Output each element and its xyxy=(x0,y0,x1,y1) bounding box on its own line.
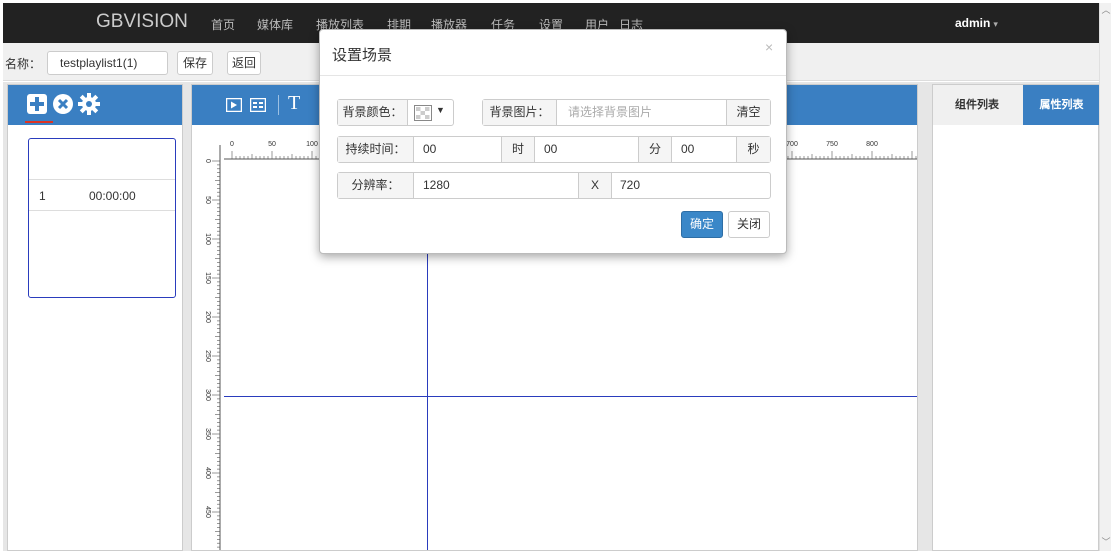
scene-settings-modal: 设置场景 × 背景颜色： ▼ 背景图片： 请选择背景图片 清空 持续时间： 00… xyxy=(319,29,787,254)
ruler-label: 350 xyxy=(204,428,211,440)
brand-logo[interactable]: GBVISION xyxy=(96,11,188,33)
toolbar-divider xyxy=(278,95,279,115)
scene-card[interactable]: 1 00:00:00 xyxy=(28,138,176,298)
scene-list-panel: 1 00:00:00 xyxy=(7,84,183,551)
ruler-label: 400 xyxy=(204,467,211,479)
ruler-label: 250 xyxy=(204,350,211,362)
seconds-input[interactable]: 00 xyxy=(681,137,694,162)
gear-icon[interactable] xyxy=(78,93,100,115)
text-tool-icon[interactable]: T xyxy=(288,92,300,115)
user-menu[interactable]: admin ▾ xyxy=(955,16,998,30)
video-icon[interactable] xyxy=(226,98,242,112)
modal-divider xyxy=(320,75,786,76)
ruler-label: 750 xyxy=(826,141,838,148)
minutes-input[interactable]: 00 xyxy=(544,137,557,162)
seconds-unit: 秒 xyxy=(736,137,770,162)
ruler-label: 150 xyxy=(204,272,211,284)
tab-component-list[interactable]: 组件列表 xyxy=(933,85,1021,125)
ruler-label: 0 xyxy=(204,159,211,163)
duration-label: 持续时间： xyxy=(338,137,414,162)
caret-down-icon: ▼ xyxy=(436,105,445,115)
vertical-ruler: 0 50 100 150 200 250 300 350 400 450 xyxy=(204,145,221,550)
caret-down-icon: ▾ xyxy=(993,19,998,29)
nav-home[interactable]: 首页 xyxy=(211,16,235,33)
scene-duration: 00:00:00 xyxy=(89,189,136,203)
height-input[interactable]: 720 xyxy=(620,173,640,198)
times-symbol: X xyxy=(578,173,612,198)
ruler-label: 100 xyxy=(204,233,211,245)
ruler-label: 200 xyxy=(204,311,211,323)
scroll-down-icon[interactable]: ﹀ xyxy=(1100,535,1112,549)
ruler-label: 700 xyxy=(786,141,798,148)
save-button[interactable]: 保存 xyxy=(177,51,213,75)
ruler-label: 450 xyxy=(204,506,211,518)
width-input[interactable]: 1280 xyxy=(423,173,450,198)
scene-toolbar xyxy=(8,85,182,125)
ruler-label: 50 xyxy=(268,141,276,148)
clear-button[interactable]: 清空 xyxy=(726,100,770,125)
duration-group: 持续时间： 00 时 00 分 00 秒 xyxy=(337,136,771,163)
name-label: 名称： xyxy=(5,57,42,71)
back-button[interactable]: 返回 xyxy=(227,51,261,75)
resolution-label: 分辨率： xyxy=(338,173,414,198)
bg-color-group: 背景颜色： ▼ xyxy=(337,99,454,126)
resolution-group: 分辨率： 1280 X 720 xyxy=(337,172,771,199)
properties-panel: 组件列表 属性列表 xyxy=(932,84,1099,551)
add-scene-icon[interactable] xyxy=(26,93,48,115)
scroll-up-icon[interactable]: ︿ xyxy=(1100,3,1112,17)
right-tabs: 组件列表 属性列表 xyxy=(933,85,1099,125)
bg-color-label: 背景颜色： xyxy=(338,100,408,125)
image-icon[interactable] xyxy=(250,98,266,112)
modal-title: 设置场景 xyxy=(332,47,393,64)
user-name: admin xyxy=(955,16,991,30)
confirm-button[interactable]: 确定 xyxy=(681,211,723,238)
tab-property-list[interactable]: 属性列表 xyxy=(1023,85,1099,125)
delete-scene-icon[interactable] xyxy=(52,93,74,115)
horizontal-guide-line xyxy=(224,396,917,397)
hours-unit: 时 xyxy=(501,137,535,162)
page-scrollbar[interactable]: ︿ ﹀ xyxy=(1099,3,1111,551)
hours-input[interactable]: 00 xyxy=(423,137,436,162)
nav-media-library[interactable]: 媒体库 xyxy=(257,16,293,33)
ruler-label: 100 xyxy=(306,141,318,148)
bg-image-input[interactable]: 请选择背景图片 xyxy=(568,100,652,125)
active-tool-underline xyxy=(25,121,53,123)
bg-image-label: 背景图片： xyxy=(483,100,557,125)
ruler-label: 50 xyxy=(204,196,211,204)
bg-image-group: 背景图片： 请选择背景图片 清空 xyxy=(482,99,771,126)
playlist-name-input[interactable]: testplaylist1(1) xyxy=(47,51,168,75)
close-button[interactable]: 关闭 xyxy=(728,211,770,238)
color-picker[interactable]: ▼ xyxy=(414,105,450,121)
ruler-label: 300 xyxy=(204,389,211,401)
scene-index: 1 xyxy=(39,189,46,203)
transparent-swatch-icon xyxy=(414,105,432,121)
scene-row[interactable]: 1 00:00:00 xyxy=(29,179,175,211)
close-icon[interactable]: × xyxy=(765,39,773,55)
ruler-label: 0 xyxy=(230,141,234,148)
minutes-unit: 分 xyxy=(638,137,672,162)
ruler-label: 800 xyxy=(866,141,878,148)
